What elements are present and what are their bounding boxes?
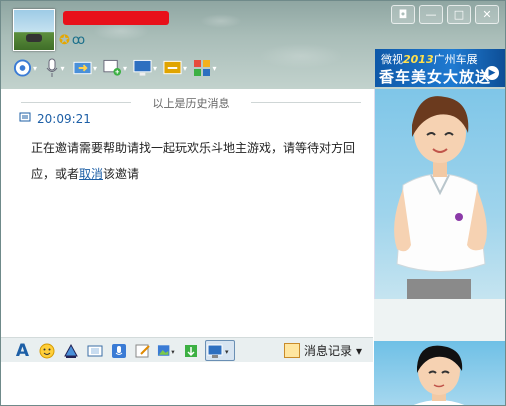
- message-log-button[interactable]: 消息记录 ▾: [284, 342, 362, 359]
- voice-msg-icon[interactable]: [109, 341, 128, 360]
- screenshot-icon[interactable]: ▾: [205, 340, 235, 361]
- history-divider: 以上是历史消息: [21, 95, 361, 111]
- my-show-panel: [374, 341, 505, 405]
- message-input[interactable]: [1, 362, 373, 405]
- bell-shake-icon[interactable]: [61, 341, 80, 360]
- my-show-figure: [413, 345, 465, 405]
- chat-history[interactable]: 以上是历史消息 20:09:21 正在邀请需要帮助请找一起玩欢乐斗地主游戏，请等…: [1, 89, 373, 337]
- video-icon[interactable]: ▾: [13, 57, 37, 79]
- contact-name-redacted: [63, 11, 169, 25]
- cancel-invite-link[interactable]: 取消: [79, 167, 103, 181]
- play-icon[interactable]: ▶: [485, 66, 499, 80]
- message-header: 20:09:21: [19, 111, 91, 126]
- top-toolbar: ▾ ▾ ▾ ▾ ▾ ▾ ▾: [13, 57, 217, 79]
- side-divider: [374, 299, 505, 341]
- ad-line2: 香车美女大放送: [379, 68, 492, 86]
- ad-line1: 微视2013广州车展: [381, 53, 478, 66]
- contact-avatar[interactable]: [13, 9, 55, 51]
- gift-icon[interactable]: [181, 341, 200, 360]
- chat-window: ✪ ꝏ ◘ — □ ✕ ▾ ▾ ▾ ▾ ▾ ▾ ▾ 微视2013广州车展 香车美…: [0, 0, 506, 406]
- contact-show-panel: [374, 89, 505, 299]
- message-log-label: 消息记录: [304, 344, 353, 358]
- star-icon[interactable]: ✪: [59, 33, 70, 48]
- qzone-icon[interactable]: ꝏ: [72, 33, 85, 48]
- contact-show-figure: [394, 96, 487, 299]
- font-icon[interactable]: A: [13, 341, 32, 361]
- ad-banner[interactable]: 微视2013广州车展 香车美女大放送 ▶: [375, 49, 505, 87]
- svg-text:▾: ▾: [171, 347, 175, 355]
- message-log-icon: [284, 343, 300, 358]
- close-button[interactable]: ✕: [475, 5, 499, 24]
- title-bar: ✪ ꝏ ◘ — □ ✕ ▾ ▾ ▾ ▾ ▾ ▾ ▾ 微视2013广州车展 香车美…: [1, 1, 505, 89]
- voice-icon[interactable]: ▾: [43, 57, 67, 79]
- edit-icon[interactable]: [133, 341, 152, 360]
- screen-share-icon[interactable]: ▾: [133, 57, 157, 79]
- input-toolbar-icons: A ▾ ▾: [13, 340, 235, 361]
- system-message-icon: [19, 111, 31, 126]
- maximize-button[interactable]: □: [447, 5, 471, 24]
- skin-button[interactable]: ◘: [391, 5, 415, 24]
- snapshot-icon[interactable]: [85, 341, 104, 360]
- input-toolbar: A ▾ ▾ 消息记录 ▾: [1, 337, 373, 363]
- status-icons: ✪ ꝏ: [59, 33, 85, 48]
- apps-grid-icon[interactable]: ▾: [193, 57, 217, 79]
- message-time: 20:09:21: [37, 111, 91, 126]
- image-icon[interactable]: ▾: [157, 341, 176, 360]
- chevron-down-icon[interactable]: ▾: [356, 344, 362, 358]
- message-body: 正在邀请需要帮助请找一起玩欢乐斗地主游戏，请等待对方回应，或者取消该邀请: [31, 141, 356, 181]
- minimize-button[interactable]: —: [419, 5, 443, 24]
- remote-assist-icon[interactable]: ▾: [163, 57, 187, 79]
- emoji-icon[interactable]: [37, 341, 56, 360]
- window-controls: ◘ — □ ✕: [391, 5, 499, 24]
- add-app-icon[interactable]: ▾: [103, 57, 127, 79]
- file-transfer-icon[interactable]: ▾: [73, 57, 97, 79]
- svg-text:▾: ▾: [225, 348, 229, 356]
